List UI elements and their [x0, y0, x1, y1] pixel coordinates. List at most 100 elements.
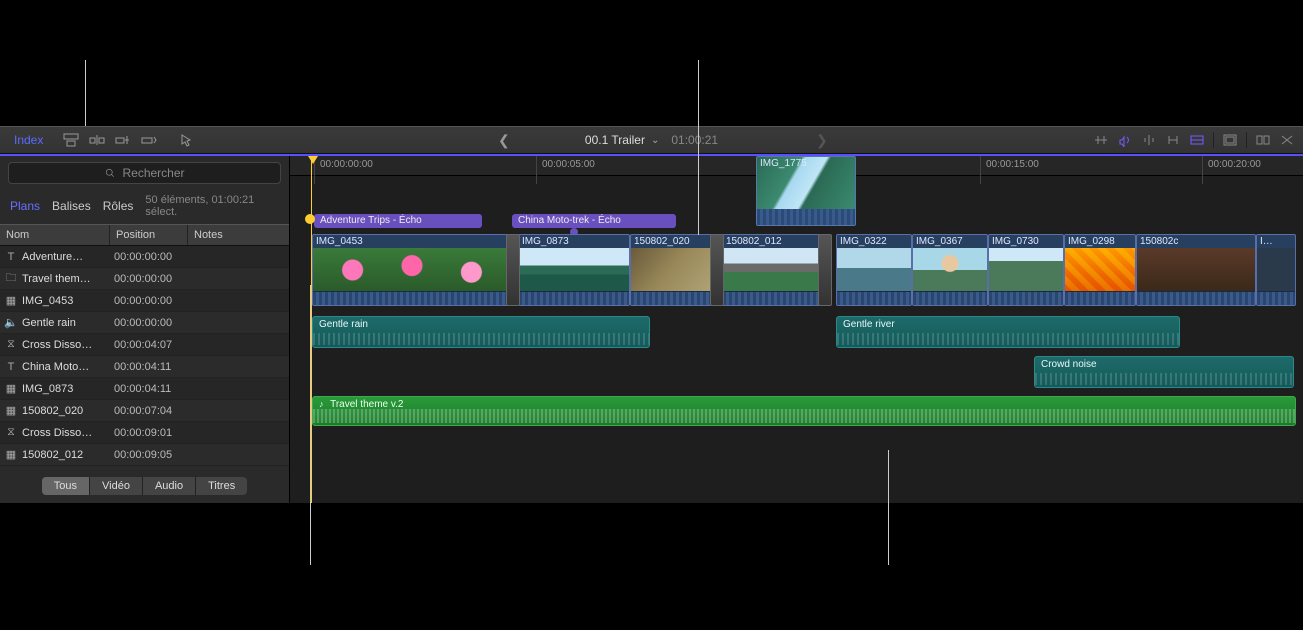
index-row[interactable]: ⧖Cross Disso…00:00:04:07	[0, 334, 289, 356]
append-clip-icon[interactable]	[113, 131, 133, 149]
col-header-name[interactable]: Nom	[0, 225, 110, 245]
clip-waveform	[1137, 291, 1255, 305]
audio-waveform	[1035, 373, 1293, 385]
audio-clip-label: Gentle rain	[319, 319, 368, 330]
title-icon: T	[0, 251, 22, 263]
tab-plans[interactable]: Plans	[10, 199, 40, 213]
audio-clip-label: Crowd noise	[1041, 359, 1097, 370]
index-row[interactable]: ▦IMG_087300:00:04:11	[0, 378, 289, 400]
story-clip[interactable]: IMG_0322	[836, 234, 912, 306]
history-back-button[interactable]: ❮	[490, 132, 518, 149]
index-row[interactable]: ▦150802_02000:00:07:04	[0, 400, 289, 422]
audio-clip[interactable]: Crowd noise	[1034, 356, 1294, 388]
story-clip[interactable]: I…	[1256, 234, 1296, 306]
audio-clip[interactable]: Gentle rain	[312, 316, 650, 348]
filter-all[interactable]: Tous	[42, 477, 90, 495]
clip-thumbnail	[989, 248, 1063, 292]
connected-clip[interactable]: IMG_1775	[756, 156, 856, 226]
story-clip[interactable]: IMG_0453	[312, 234, 512, 306]
index-row[interactable]: 🗀Travel them…00:00:00:00	[0, 268, 289, 290]
overwrite-clip-icon[interactable]	[139, 131, 159, 149]
clip-appearance-icon[interactable]	[1187, 132, 1207, 148]
audio-waveform	[837, 333, 1179, 345]
index-row[interactable]: TAdventure…00:00:00:00	[0, 246, 289, 268]
film-icon: ▦	[0, 382, 22, 395]
story-clip[interactable]: 150802c	[1136, 234, 1256, 306]
callout-line-bottom-left	[310, 285, 311, 565]
audio-clip[interactable]: Gentle river	[836, 316, 1180, 348]
callout-line-bottom-right	[888, 450, 889, 565]
clip-connect-tools	[57, 131, 159, 149]
clip-waveform	[1257, 291, 1295, 305]
index-row[interactable]: ▦150802_01200:00:09:05	[0, 444, 289, 466]
speaker-icon: 🔈	[0, 316, 22, 329]
title-clip[interactable]: China Moto-trek - Écho	[512, 214, 676, 228]
effects-browser-icon[interactable]	[1220, 132, 1240, 148]
solo-icon[interactable]	[1139, 132, 1159, 148]
tab-balises[interactable]: Balises	[52, 199, 91, 213]
project-dropdown-caret[interactable]: ⌄	[651, 135, 659, 146]
story-clip[interactable]: IMG_0873	[518, 234, 630, 306]
search-icon	[104, 167, 116, 179]
transition-clip[interactable]	[818, 234, 832, 306]
index-row[interactable]: 🔈Gentle rain00:00:00:00	[0, 312, 289, 334]
audio-skimming-icon[interactable]	[1115, 132, 1135, 148]
callout-line-top-left	[85, 60, 86, 126]
playhead-handle[interactable]	[308, 156, 318, 164]
story-clip[interactable]: 150802_012	[722, 234, 822, 306]
audio-waveform	[313, 333, 649, 345]
transition-clip[interactable]	[506, 234, 520, 306]
music-clip[interactable]: ♪ Travel theme v.2	[312, 396, 1296, 426]
story-clip[interactable]: IMG_0298	[1064, 234, 1136, 306]
story-clip[interactable]: IMG_0367	[912, 234, 988, 306]
pointer-tool-icon[interactable]	[177, 131, 197, 149]
skimming-icon[interactable]	[1091, 132, 1111, 148]
timeline-toolbar: Index ❮ 00.1 Trailer ⌄ 01:00:21 ❯	[0, 126, 1303, 154]
index-header-row: Nom Position Notes	[0, 224, 289, 246]
transition-clip[interactable]	[710, 234, 724, 306]
col-header-position[interactable]: Position	[110, 225, 188, 245]
transition-icon: ⧖	[0, 338, 22, 351]
history-forward-button[interactable]: ❯	[808, 132, 836, 149]
callout-line-top-right	[698, 60, 699, 235]
clip-waveform	[913, 291, 987, 305]
story-clip[interactable]: 150802_020	[630, 234, 716, 306]
col-header-notes[interactable]: Notes	[188, 225, 289, 245]
clip-waveform	[1065, 291, 1135, 305]
clip-waveform	[313, 291, 511, 305]
filter-video[interactable]: Vidéo	[90, 477, 143, 495]
clip-waveform	[837, 291, 911, 305]
connect-clip-above-icon[interactable]	[61, 131, 81, 149]
titles-browser-icon[interactable]	[1277, 132, 1297, 148]
index-filter-segmented: Tous Vidéo Audio Titres	[0, 471, 289, 503]
filter-titles[interactable]: Titres	[196, 477, 247, 495]
playhead-marker-dot	[305, 214, 315, 224]
title-clip[interactable]: Adventure Trips - Écho	[314, 214, 482, 228]
clip-waveform	[519, 291, 629, 305]
project-name-label: 00.1 Trailer	[585, 133, 645, 147]
snapping-icon[interactable]	[1163, 132, 1183, 148]
search-placeholder: Rechercher	[122, 166, 184, 180]
story-clip[interactable]: IMG_0730	[988, 234, 1064, 306]
index-button[interactable]: Index	[0, 133, 57, 147]
clip-label: IMG_1775	[760, 158, 807, 169]
index-row[interactable]: ⧖Cross Disso…00:00:09:01	[0, 422, 289, 444]
clip-thumbnail	[837, 248, 911, 292]
title-icon: T	[0, 361, 22, 373]
clip-thumbnail	[313, 248, 511, 292]
index-row[interactable]: ▦IMG_045300:00:00:00	[0, 290, 289, 312]
timeline-area[interactable]: 00:00:00:00 00:00:05:00 00:00:10:00 00:0…	[290, 156, 1303, 503]
film-icon: ▦	[0, 404, 22, 417]
index-search-field[interactable]: Rechercher	[8, 162, 281, 184]
clip-thumbnail	[519, 248, 629, 292]
audio-clip-label: Gentle river	[843, 319, 895, 330]
audio-waveform	[313, 409, 1295, 423]
clip-waveform	[757, 209, 855, 225]
timeline-display-tools	[1091, 132, 1297, 148]
tab-roles[interactable]: Rôles	[103, 199, 134, 213]
timeline-index-panel: Rechercher Plans Balises Rôles 50 élémen…	[0, 156, 290, 503]
index-row[interactable]: TChina Moto…00:00:04:11	[0, 356, 289, 378]
insert-clip-icon[interactable]	[87, 131, 107, 149]
filter-audio[interactable]: Audio	[143, 477, 196, 495]
transitions-browser-icon[interactable]	[1253, 132, 1273, 148]
